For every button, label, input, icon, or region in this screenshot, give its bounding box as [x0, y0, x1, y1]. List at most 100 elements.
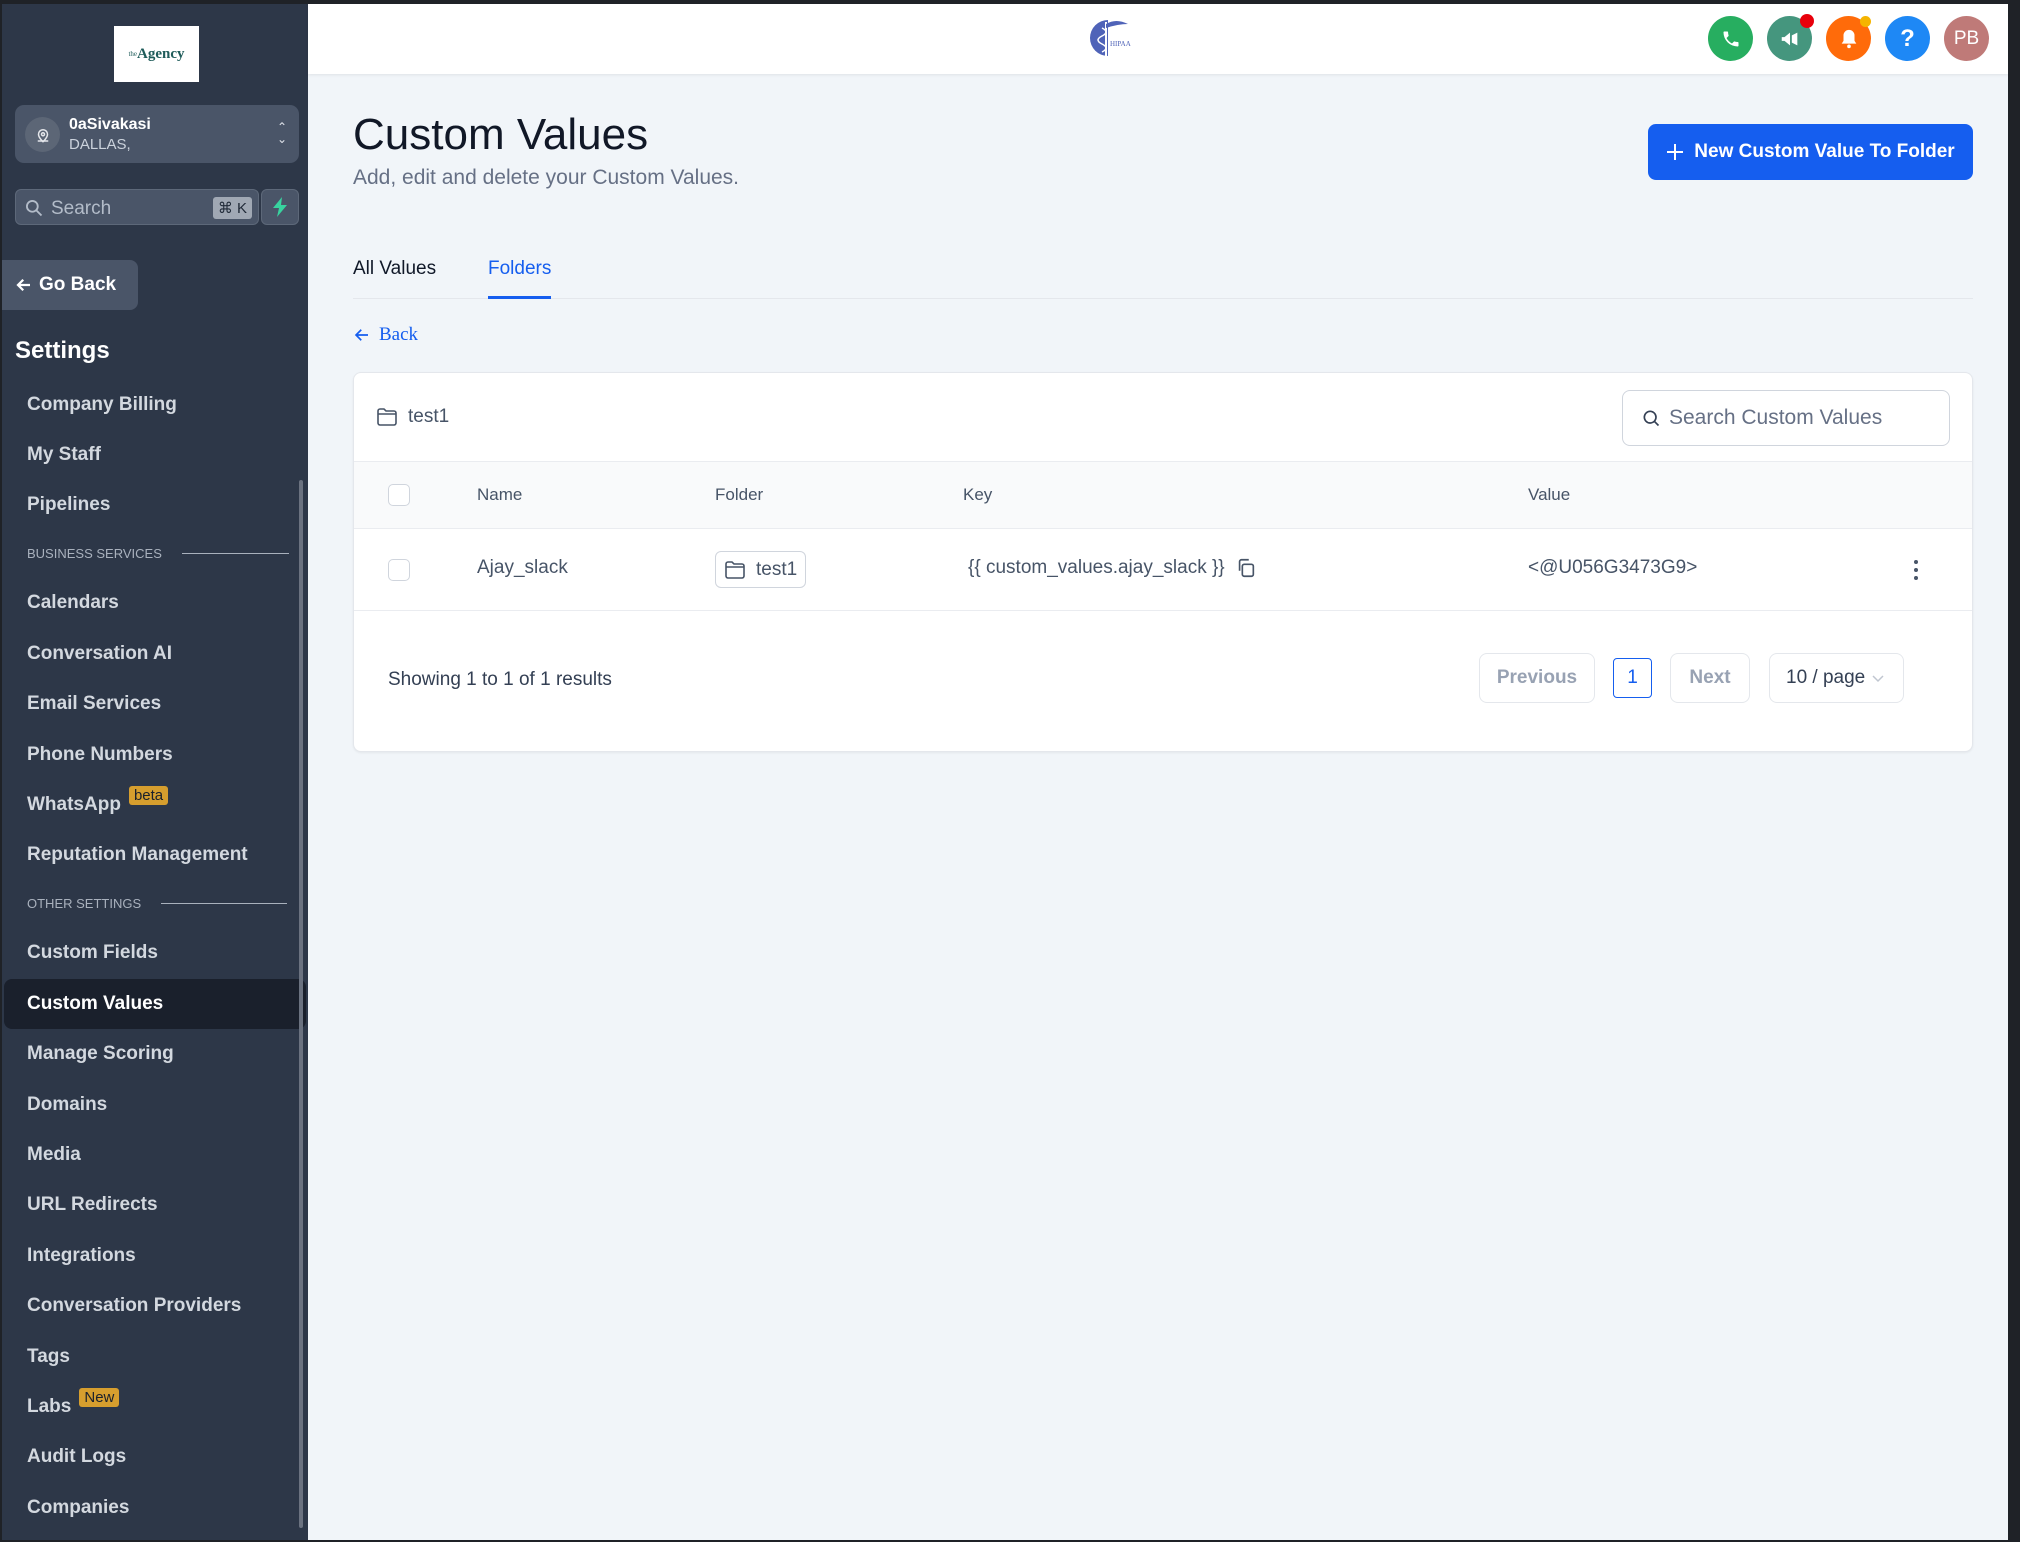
- sidebar-scrollbar[interactable]: [299, 480, 303, 1528]
- question-icon: ?: [1900, 24, 1915, 52]
- notifications-button[interactable]: [1826, 16, 1871, 61]
- location-city: DALLAS,: [69, 136, 131, 153]
- sidebar-item-url-redirects[interactable]: URL Redirects: [4, 1180, 306, 1230]
- sidebar-item-label: Media: [27, 1144, 81, 1165]
- arrow-left-icon: [16, 278, 30, 292]
- page-title: Custom Values: [353, 110, 649, 159]
- plus-icon: [1667, 144, 1684, 160]
- sidebar-item-custom-fields[interactable]: Custom Fields: [4, 928, 306, 978]
- beta-badge: beta: [128, 785, 169, 805]
- row-actions-button[interactable]: [1912, 559, 1920, 586]
- page-subtitle: Add, edit and delete your Custom Values.: [353, 166, 740, 189]
- quick-actions-button[interactable]: [261, 189, 299, 225]
- sidebar-item-labs[interactable]: Labs New: [4, 1382, 306, 1432]
- sidebar-item-reputation-management[interactable]: Reputation Management: [4, 830, 306, 880]
- section-other-settings: OTHER SETTINGS: [27, 896, 288, 911]
- custom-values-search-input[interactable]: Search Custom Values: [1622, 390, 1950, 446]
- logo-text: Agency: [137, 45, 185, 62]
- table-row: Ajay_slack test1 {{ custom_values.ajay_s…: [354, 529, 1972, 611]
- current-folder: test1: [376, 406, 449, 428]
- sidebar-item-label: Phone Numbers: [27, 744, 173, 765]
- tab-all-values[interactable]: All Values: [353, 258, 436, 299]
- copy-icon[interactable]: [1235, 557, 1257, 579]
- phone-button[interactable]: [1708, 16, 1753, 61]
- sidebar-item-label: Integrations: [27, 1245, 136, 1266]
- sidebar-search[interactable]: Search ⌘ K: [15, 189, 259, 225]
- sidebar-item-label: WhatsApp: [27, 794, 121, 815]
- sidebar-item-conversation-ai[interactable]: Conversation AI: [4, 629, 306, 679]
- sidebar-item-label: My Staff: [27, 444, 101, 465]
- folder-chip: test1: [715, 551, 807, 588]
- column-header-key[interactable]: Key: [963, 485, 992, 505]
- sidebar-item-label: Custom Values: [27, 993, 164, 1014]
- sidebar-item-calendars[interactable]: Calendars: [4, 578, 306, 628]
- page-size-value: 10 / page: [1786, 667, 1866, 688]
- sidebar-item-email-services[interactable]: Email Services: [4, 679, 306, 729]
- sidebar-item-tags[interactable]: Tags: [4, 1332, 306, 1382]
- cell-name: Ajay_slack: [477, 557, 568, 578]
- next-page-button[interactable]: Next: [1670, 653, 1750, 703]
- sidebar-item-domains[interactable]: Domains: [4, 1080, 306, 1130]
- sidebar-item-label: Labs: [27, 1396, 72, 1417]
- page-size-select[interactable]: 10 / page: [1769, 653, 1904, 703]
- back-label: Back: [379, 324, 419, 345]
- lightning-icon: [273, 197, 287, 217]
- cell-value: <@U056G3473G9>: [1528, 557, 1698, 578]
- select-all-checkbox[interactable]: [388, 484, 410, 506]
- avatar[interactable]: PB: [1944, 16, 1989, 61]
- go-back-button[interactable]: Go Back: [2, 260, 138, 310]
- column-header-value[interactable]: Value: [1528, 485, 1570, 505]
- folder-name: test1: [408, 406, 450, 427]
- folder-icon: [377, 408, 397, 426]
- announcements-button[interactable]: [1767, 14, 1814, 61]
- folder-icon: [725, 560, 745, 579]
- tabs: All Values Folders: [353, 254, 1973, 299]
- sidebar-item-my-staff[interactable]: My Staff: [4, 430, 306, 480]
- tab-folders[interactable]: Folders: [488, 258, 552, 299]
- top-header: HIPAA ? PB: [308, 4, 2008, 74]
- location-switcher[interactable]: 0aSivakasi DALLAS, ⌃ ⌄: [15, 105, 299, 163]
- back-link[interactable]: Back: [353, 324, 418, 346]
- cell-folder: test1: [756, 558, 798, 580]
- sidebar-item-companies[interactable]: Companies: [4, 1483, 306, 1533]
- go-back-label: Go Back: [39, 274, 117, 295]
- sidebar-item-phone-numbers[interactable]: Phone Numbers: [4, 730, 306, 780]
- sidebar-item-integrations[interactable]: Integrations: [4, 1231, 306, 1281]
- sidebar-item-conversation-providers[interactable]: Conversation Providers: [4, 1281, 306, 1331]
- sidebar-item-label: Company Billing: [27, 394, 177, 415]
- column-header-name[interactable]: Name: [477, 485, 522, 505]
- arrow-left-icon: [354, 329, 368, 341]
- location-name: 0aSivakasi: [69, 116, 151, 133]
- previous-page-button[interactable]: Previous: [1479, 653, 1595, 703]
- sidebar-item-manage-scoring[interactable]: Manage Scoring: [4, 1029, 306, 1079]
- sidebar-item-label: Conversation AI: [27, 643, 172, 664]
- hipaa-logo: HIPAA: [1088, 16, 1136, 65]
- notification-dot: [1800, 14, 1814, 28]
- page-1-button[interactable]: 1: [1613, 658, 1652, 698]
- notification-dot: [1860, 16, 1871, 27]
- sidebar-item-company-billing[interactable]: Company Billing: [4, 380, 306, 430]
- sidebar-item-custom-values[interactable]: Custom Values: [4, 979, 306, 1029]
- sidebar-item-media[interactable]: Media: [4, 1130, 306, 1180]
- sidebar-item-label: Pipelines: [27, 494, 111, 515]
- previous-label: Previous: [1496, 667, 1578, 688]
- sidebar-item-label: Conversation Providers: [27, 1295, 242, 1316]
- divider: [181, 553, 289, 554]
- app-window: the Agency 0aSivakasi DALLAS, ⌃ ⌄ Search ⌘…: [0, 4, 2008, 1540]
- table-header: Name Folder Key Value: [354, 462, 1972, 529]
- sidebar-item-label: Audit Logs: [27, 1446, 127, 1467]
- help-button[interactable]: ?: [1885, 16, 1930, 61]
- sidebar-item-whatsapp[interactable]: WhatsApp beta: [4, 780, 306, 830]
- sidebar-item-label: Calendars: [27, 592, 119, 613]
- row-checkbox[interactable]: [388, 559, 410, 581]
- tab-label: Folders: [488, 258, 552, 279]
- sidebar-item-pipelines[interactable]: Pipelines: [4, 480, 306, 530]
- sidebar-item-label: Email Services: [27, 693, 162, 714]
- divider: [161, 903, 288, 904]
- new-custom-value-to-folder-button[interactable]: New Custom Value To Folder: [1648, 124, 1973, 180]
- search-icon: [1643, 410, 1660, 427]
- sidebar-item-label: URL Redirects: [27, 1194, 158, 1215]
- column-header-folder[interactable]: Folder: [715, 485, 763, 505]
- agency-logo[interactable]: the Agency: [114, 26, 199, 82]
- sidebar-item-audit-logs[interactable]: Audit Logs: [4, 1432, 306, 1482]
